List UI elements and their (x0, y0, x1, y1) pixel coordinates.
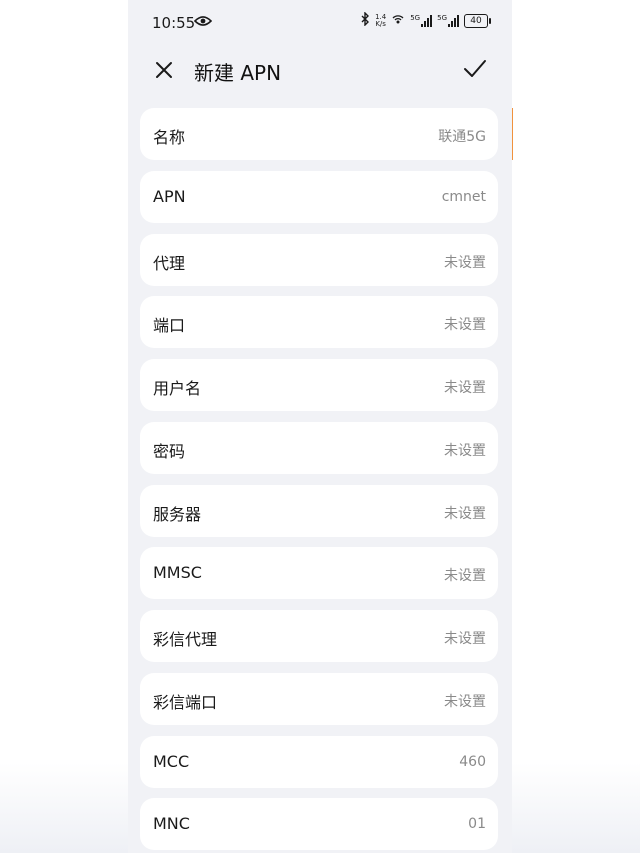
field-row-port[interactable]: 端口 未设置 (140, 296, 498, 349)
field-label: MMSC (153, 563, 202, 583)
field-row-name[interactable]: 名称 联通5G (140, 108, 498, 160)
page-title: 新建 APN (194, 61, 282, 85)
sim2-label: 5G (437, 14, 447, 22)
field-label: 名称 (153, 128, 186, 147)
field-value: 未设置 (444, 442, 486, 459)
signal-sim1: 5G (410, 14, 433, 27)
status-bar: 10:55 1.4 K/s 5G 5G 40 (128, 0, 512, 46)
field-label: 用户名 (153, 379, 202, 398)
field-row-proxy[interactable]: 代理 未设置 (140, 233, 498, 286)
field-value: 未设置 (444, 631, 486, 647)
field-value: 联通5G (438, 129, 486, 145)
eye-icon (193, 15, 213, 31)
field-row-password[interactable]: 密码 未设置 (140, 421, 498, 474)
field-value: 460 (459, 753, 486, 770)
field-value: 未设置 (444, 505, 486, 522)
field-row-mnc[interactable]: MNC 01 (140, 798, 498, 851)
field-label: MNC (153, 814, 190, 834)
bluetooth-icon (360, 11, 370, 30)
net-speed: 1.4 K/s (375, 14, 386, 28)
field-label: 代理 (153, 253, 186, 273)
field-row-apn[interactable]: APN cmnet (140, 170, 498, 223)
field-label: 密码 (153, 441, 186, 461)
apn-field-list: 名称 联通5G APN cmnet 代理 未设置 端口 未设置 用户名 未设置 … (140, 108, 498, 853)
field-row-server[interactable]: 服务器 未设置 (140, 484, 498, 537)
field-value: 未设置 (444, 254, 486, 271)
field-row-mmsc[interactable]: MMSC 未设置 (140, 547, 498, 600)
field-label: 服务器 (153, 504, 202, 524)
field-value: 未设置 (444, 317, 486, 334)
field-row-username[interactable]: 用户名 未设置 (140, 359, 498, 411)
field-value: 未设置 (444, 568, 486, 585)
field-label: 彩信端口 (153, 692, 218, 712)
battery-icon: 40 (464, 14, 491, 28)
signal-sim2: 5G (437, 15, 459, 27)
field-label: 彩信代理 (153, 630, 218, 649)
close-icon[interactable] (152, 58, 176, 82)
field-label: APN (153, 186, 186, 206)
net-speed-unit: K/s (375, 20, 386, 28)
field-label: MCC (153, 751, 190, 771)
signal-icon (421, 15, 433, 27)
phone-screen: 10:55 1.4 K/s 5G 5G 40 新建 APN 名称 联通5G AP… (128, 0, 512, 853)
signal-icon (448, 15, 459, 27)
field-value: 未设置 (444, 693, 486, 710)
field-value: 01 (468, 816, 486, 833)
field-row-mms-port[interactable]: 彩信端口 未设置 (140, 672, 498, 725)
status-time: 10:55 (152, 14, 196, 32)
hotspot-icon (391, 13, 405, 29)
field-row-mcc[interactable]: MCC 460 (140, 735, 498, 788)
status-icons: 1.4 K/s 5G 5G 40 (360, 11, 491, 30)
field-row-mms-proxy[interactable]: 彩信代理 未设置 (140, 610, 498, 662)
check-icon[interactable] (462, 56, 488, 82)
sim1-label: 5G (410, 14, 421, 22)
app-bar: 新建 APN (128, 46, 512, 94)
field-value: 未设置 (444, 380, 486, 396)
field-label: 端口 (153, 316, 186, 336)
field-value: cmnet (441, 188, 486, 205)
